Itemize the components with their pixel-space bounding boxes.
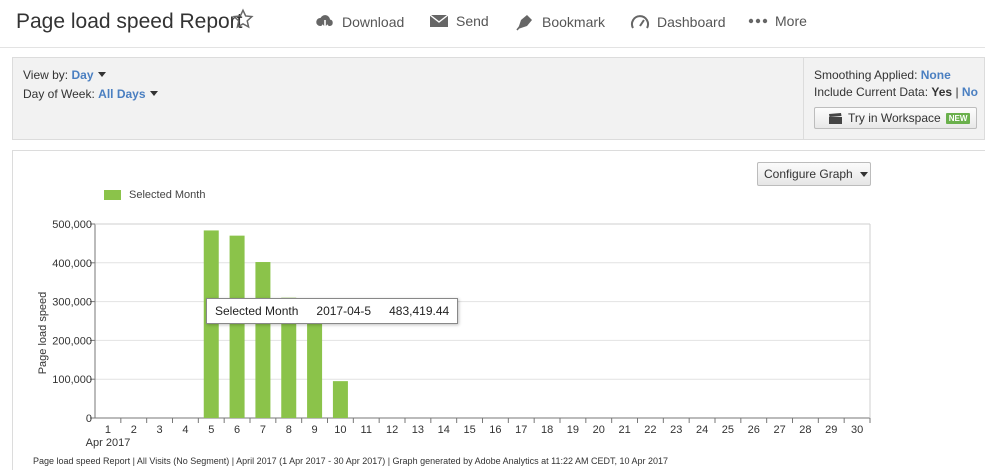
x-tick-label: 20 (593, 424, 605, 436)
x-tick-label: 3 (157, 424, 163, 436)
x-tick-label: 23 (670, 424, 682, 436)
x-tick-label: 24 (696, 424, 708, 436)
x-tick-label: 27 (773, 424, 785, 436)
x-tick-label: 9 (312, 424, 318, 436)
x-tick-label: 10 (334, 424, 346, 436)
y-axis-label: Page load speed (37, 292, 49, 375)
x-tick-label: 5 (208, 424, 214, 436)
graph-footer: Page load speed Report | All Visits (No … (33, 456, 669, 466)
x-tick-label: 13 (412, 424, 424, 436)
tooltip-value: 483,419.44 (389, 304, 450, 318)
x-tick-label: 18 (541, 424, 553, 436)
x-tick-label: 14 (438, 424, 450, 436)
chart-tooltip: Selected Month 2017-04-5 483,419.44 (206, 298, 459, 324)
y-tick-label: 200,000 (52, 335, 92, 347)
x-tick-label: 26 (748, 424, 760, 436)
x-tick-label: 22 (644, 424, 656, 436)
y-tick-label: 300,000 (52, 297, 92, 309)
x-tick-label: 1 (105, 424, 111, 436)
x-tick-label: 16 (489, 424, 501, 436)
x-tick-label: 7 (260, 424, 266, 436)
x-tick-label: 8 (286, 424, 292, 436)
x-tick-label: 21 (618, 424, 630, 436)
x-tick-label: 6 (234, 424, 240, 436)
bar (332, 381, 348, 418)
x-tick-label: 12 (386, 424, 398, 436)
y-tick-label: 500,000 (52, 219, 92, 231)
x-sublabel: Apr 2017 (86, 437, 131, 449)
x-tick-label: 25 (722, 424, 734, 436)
x-tick-label: 2 (131, 424, 137, 436)
x-tick-label: 4 (182, 424, 188, 436)
x-tick-label: 19 (567, 424, 579, 436)
y-tick-label: 0 (86, 413, 92, 425)
x-tick-label: 11 (361, 424, 372, 436)
y-tick-label: 400,000 (52, 258, 92, 270)
y-tick-label: 100,000 (52, 374, 92, 386)
bar (255, 262, 271, 418)
bar-chart: 0100,000200,000300,000400,000500,0001 2 3 4… (37, 219, 871, 449)
tooltip-date: 2017-04-5 (316, 304, 372, 318)
bar (229, 235, 245, 418)
x-tick-label: 30 (851, 424, 863, 436)
bar (203, 230, 219, 418)
x-tick-label: 15 (463, 424, 475, 436)
tooltip-series: Selected Month (215, 304, 299, 318)
x-tick-label: 28 (799, 424, 811, 436)
x-tick-label: 29 (825, 424, 837, 436)
x-tick-label: 17 (515, 424, 527, 436)
